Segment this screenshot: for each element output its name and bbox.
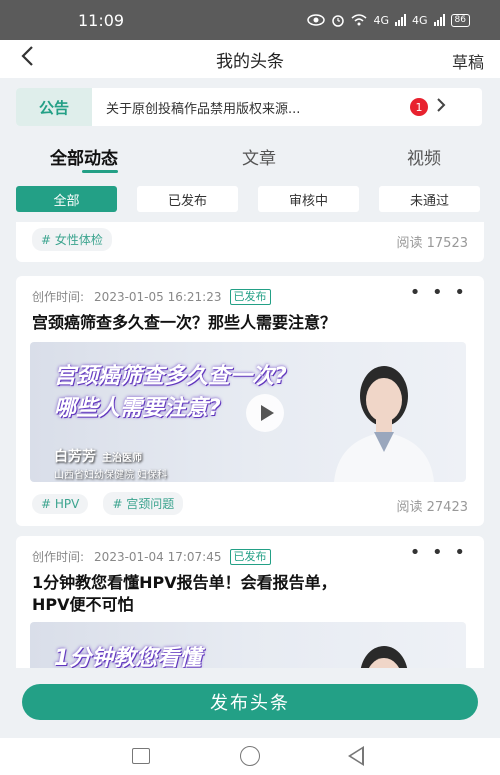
play-icon[interactable] [246, 394, 284, 432]
filter-rejected[interactable]: 未通过 [379, 186, 480, 212]
thumbnail-headline: 宫颈癌筛查多久查一次? [54, 364, 287, 389]
post-card[interactable]: 创作时间: 2023-01-04 17:07:45 已发布 • • • 1分钟教… [16, 536, 484, 668]
recent-apps-icon[interactable] [132, 748, 150, 764]
read-count: 阅读 27423 [396, 500, 469, 515]
doctor-portrait-image [334, 366, 434, 482]
topic-tag[interactable]: # 宫颈问题 [103, 492, 184, 515]
filter-reviewing[interactable]: 审核中 [258, 186, 359, 212]
thumbnail-author: 白芳芳 主治医师 [54, 449, 142, 465]
wifi-icon [351, 14, 367, 26]
network-label-1: 4G [373, 13, 390, 27]
more-options-icon[interactable]: • • • [410, 542, 468, 563]
doctor-portrait-image [360, 646, 408, 668]
tab-all-activity[interactable]: 全部动态 [50, 144, 118, 169]
post-meta: 创作时间: 2023-01-05 16:21:23 已发布 [32, 288, 271, 305]
network-label-2: 4G [412, 13, 428, 27]
active-tab-indicator [82, 170, 118, 173]
created-time: 2023-01-05 16:21:23 [94, 289, 222, 304]
thumbnail-hospital: 山西省妇幼保健院 妇保科 [54, 470, 168, 481]
system-nav-bar [0, 738, 500, 775]
status-icons: 4G 4G 86 [307, 13, 470, 27]
unread-badge: 1 [410, 98, 428, 116]
tab-articles[interactable]: 文章 [242, 144, 276, 169]
home-icon[interactable] [240, 746, 260, 766]
nav-bar: 我的头条 草稿 [0, 40, 500, 78]
read-count: 阅读 17523 [396, 236, 469, 251]
created-label: 创作时间: [32, 550, 85, 564]
announcement-bar[interactable]: 公告 关于原创投稿作品禁用版权来源... 1 [16, 88, 482, 126]
battery-icon: 86 [450, 13, 470, 27]
signal-icon-2 [433, 14, 445, 26]
filter-all[interactable]: 全部 [16, 186, 117, 212]
alarm-icon [332, 15, 345, 27]
post-meta: 创作时间: 2023-01-04 17:07:45 已发布 [32, 548, 271, 565]
created-time: 2023-01-04 17:07:45 [94, 549, 222, 564]
back-triangle-icon[interactable] [348, 746, 364, 766]
more-options-icon[interactable]: • • • [410, 282, 468, 303]
post-title[interactable]: 1分钟教您看懂HPV报告单！会看报告单， HPV便不可怕 [32, 572, 337, 616]
post-title[interactable]: 宫颈癌筛查多久查一次？那些人需要注意？ [32, 312, 336, 334]
topic-tag[interactable]: # HPV [32, 494, 89, 514]
announcement-text[interactable]: 关于原创投稿作品禁用版权来源... [106, 98, 402, 117]
status-badge: 已发布 [229, 288, 271, 305]
video-thumbnail[interactable]: 1分钟教您看懂 [30, 622, 466, 668]
chevron-right-icon[interactable] [436, 97, 446, 118]
thumbnail-headline: 1分钟教您看懂 [54, 646, 202, 668]
topic-tag[interactable]: # 女性体检 [32, 228, 112, 251]
publish-button[interactable]: 发布头条 [22, 684, 478, 720]
clock: 11:09 [78, 10, 125, 30]
status-badge: 已发布 [229, 548, 271, 565]
page-title: 我的头条 [216, 51, 284, 72]
video-thumbnail[interactable]: 宫颈癌筛查多久查一次? 哪些人需要注意? 白芳芳 主治医师 山西省妇幼保健院 妇保… [30, 342, 466, 482]
tab-videos[interactable]: 视频 [407, 144, 441, 169]
filter-published[interactable]: 已发布 [137, 186, 238, 212]
post-card[interactable]: 创作时间: 2023-01-05 16:21:23 已发布 • • • 宫颈癌筛… [16, 276, 484, 526]
eye-icon [307, 14, 326, 26]
chevron-left-icon [21, 46, 33, 66]
post-card[interactable]: # 女性体检 阅读 17523 [16, 222, 484, 262]
status-filters: 全部 已发布 审核中 未通过 [16, 186, 484, 212]
post-feed[interactable]: # 女性体检 阅读 17523 创作时间: 2023-01-05 16:21:2… [16, 222, 484, 668]
back-button[interactable] [20, 45, 34, 73]
thumbnail-headline: 哪些人需要注意? [54, 396, 221, 421]
status-bar: 11:09 4G 4G 86 [0, 0, 500, 40]
draft-button[interactable]: 草稿 [452, 49, 484, 73]
content-tabs: 全部动态 文章 视频 [0, 140, 500, 180]
created-label: 创作时间: [32, 290, 85, 304]
announcement-tag: 公告 [16, 88, 92, 126]
signal-icon [395, 14, 407, 26]
